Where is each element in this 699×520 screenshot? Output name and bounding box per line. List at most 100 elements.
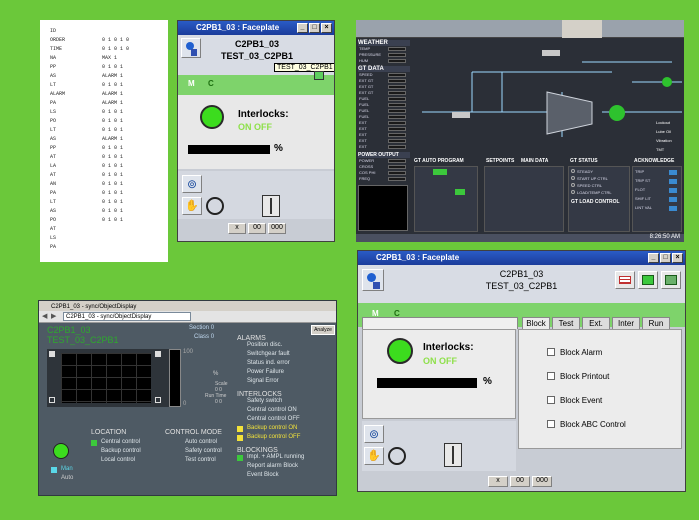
- minimize-button[interactable]: _: [648, 253, 659, 263]
- nav-button-1[interactable]: x: [488, 476, 508, 487]
- clock: 8:26:50 AM: [649, 234, 680, 240]
- back-icon[interactable]: ◀: [42, 312, 47, 320]
- acknowledge-header: ACKNOWLEDGE: [634, 158, 675, 164]
- od-list-item[interactable]: Signal Error: [237, 378, 335, 387]
- od-list-item[interactable]: Report alarm Block: [237, 463, 335, 472]
- document-line-value: 0 1 0 1: [102, 163, 124, 169]
- ack-item[interactable]: TRIP: [635, 169, 679, 178]
- ack-item[interactable]: TRIP ST: [635, 178, 679, 187]
- od-list-item[interactable]: Auto control: [175, 439, 235, 448]
- auto-button-1[interactable]: [433, 169, 447, 175]
- document-line-value: 0 1 0 1: [102, 190, 124, 196]
- checkbox[interactable]: [547, 396, 555, 404]
- window-title-bar: C2PB1_03 : Faceplate _ □ ×: [178, 21, 334, 35]
- nav-button-2[interactable]: 00: [510, 476, 530, 487]
- gt-load-control-header: GT LOAD CONTROL: [571, 199, 620, 205]
- document-line-key: PA: [50, 100, 57, 106]
- circle-button[interactable]: [206, 197, 224, 215]
- close-button[interactable]: ×: [321, 23, 332, 33]
- document-line-value: ALARM 1: [102, 73, 124, 79]
- document-line-key: LT: [50, 127, 57, 133]
- maximize-button[interactable]: □: [309, 23, 320, 33]
- list-view-icon[interactable]: [615, 271, 635, 289]
- od-list-item[interactable]: Impl. + AMPL running: [237, 454, 335, 463]
- hand-icon[interactable]: ✋: [182, 197, 202, 215]
- od-list-item[interactable]: Central control OFF: [237, 416, 335, 425]
- block-checkbox-row[interactable]: Block Event: [547, 388, 681, 412]
- tab-run[interactable]: Run: [642, 317, 670, 329]
- toggle-button[interactable]: [262, 195, 280, 217]
- document-line: LT 0 1 0 1: [50, 199, 162, 208]
- od-list-item[interactable]: Backup control OFF: [237, 434, 335, 443]
- od-list-item[interactable]: Test control: [175, 457, 235, 466]
- nav-button-1[interactable]: x: [228, 223, 246, 234]
- tab-test[interactable]: Test: [552, 317, 580, 329]
- od-item-label: Impl. + AMPL running: [247, 454, 305, 460]
- power-icon[interactable]: ⊚: [182, 175, 202, 193]
- status-label: STEADY: [577, 169, 594, 174]
- od-address-field[interactable]: C2PB1_03 - sync/ObjectDisplay: [63, 312, 191, 321]
- power-icon[interactable]: ⊚: [364, 425, 384, 443]
- od-right-column: ALARMS Position disc. Switchgear fault Sta…: [237, 335, 335, 481]
- detail-view-icon[interactable]: [661, 271, 681, 289]
- close-button[interactable]: ×: [672, 253, 683, 263]
- faceplate-name: C2PB1_03: [234, 39, 280, 49]
- document-line-key: AS: [50, 208, 57, 214]
- auto-button-2[interactable]: [455, 189, 465, 195]
- document-line: PO 0 1 0 1: [50, 217, 162, 226]
- document-line-key: PA: [50, 190, 57, 196]
- od-item-label: Central control: [101, 439, 141, 445]
- ack-item[interactable]: LINT VAL: [635, 205, 679, 214]
- od-item-label: Switchgear fault: [247, 351, 290, 357]
- block-checkbox-row[interactable]: Block ABC Control: [547, 412, 681, 436]
- od-list-item[interactable]: Central control: [91, 439, 171, 448]
- od-list-item[interactable]: Safety control: [175, 448, 235, 457]
- tab-block[interactable]: Block: [522, 317, 550, 329]
- checkbox[interactable]: [547, 420, 555, 428]
- trend-view-icon[interactable]: [638, 271, 658, 289]
- maximize-button[interactable]: □: [660, 253, 671, 263]
- blockings-header: BLOCKINGS: [237, 447, 278, 454]
- od-list-item[interactable]: Local control: [91, 457, 171, 466]
- generator: [609, 105, 625, 121]
- document-line-value: 0 1 0 1 0: [102, 37, 130, 43]
- analyze-button[interactable]: Analyze: [311, 325, 335, 335]
- ack-item[interactable]: FLOT: [635, 187, 679, 196]
- od-section-value: 0: [210, 325, 215, 331]
- od-trend-grid: [61, 353, 151, 403]
- od-list-item[interactable]: Position disc.: [237, 342, 335, 351]
- od-list-item[interactable]: Switchgear fault: [237, 351, 335, 360]
- circle-button[interactable]: [388, 447, 406, 465]
- document-line-key: LT: [50, 199, 57, 205]
- tab-strip: Block Test Ext. Inter Run: [362, 317, 682, 329]
- block-checkbox-row[interactable]: Block Printout: [547, 364, 681, 388]
- document-line: AS 0 1 0 1: [50, 208, 162, 217]
- od-list-item[interactable]: Central control ON: [237, 407, 335, 416]
- od-list-item[interactable]: Backup control ON: [237, 425, 335, 434]
- od-list-item[interactable]: Event Block: [237, 472, 335, 481]
- od-list-item[interactable]: Safety switch: [237, 398, 335, 407]
- document-line-key: LA: [50, 163, 57, 169]
- tab-ext[interactable]: Ext.: [582, 317, 610, 329]
- hand-icon[interactable]: ✋: [364, 447, 384, 465]
- scada-row-value: [388, 133, 406, 137]
- faceplate-tag: TEST_03_C2PB1: [220, 51, 294, 61]
- document-line: LS 0 1 0 1: [50, 109, 162, 118]
- od-list-item[interactable]: Power Failure: [237, 369, 335, 378]
- ack-item[interactable]: SHIF LIT: [635, 196, 679, 205]
- forward-icon[interactable]: ▶: [51, 312, 56, 320]
- checkbox[interactable]: [547, 372, 555, 380]
- checkbox[interactable]: [547, 348, 555, 356]
- document-line: PP 0 1 0 1: [50, 145, 162, 154]
- nav-button-2[interactable]: 00: [248, 223, 266, 234]
- tab-blank[interactable]: [362, 317, 518, 329]
- tab-inter[interactable]: Inter: [612, 317, 640, 329]
- nav-button-3[interactable]: 000: [268, 223, 286, 234]
- mode-m: M: [188, 79, 195, 88]
- toggle-button[interactable]: [444, 443, 462, 467]
- od-list-item[interactable]: Backup control: [91, 448, 171, 457]
- od-list-item[interactable]: Status ind. error: [237, 360, 335, 369]
- nav-button-3[interactable]: 000: [532, 476, 552, 487]
- minimize-button[interactable]: _: [297, 23, 308, 33]
- block-checkbox-row[interactable]: Block Alarm: [547, 340, 681, 364]
